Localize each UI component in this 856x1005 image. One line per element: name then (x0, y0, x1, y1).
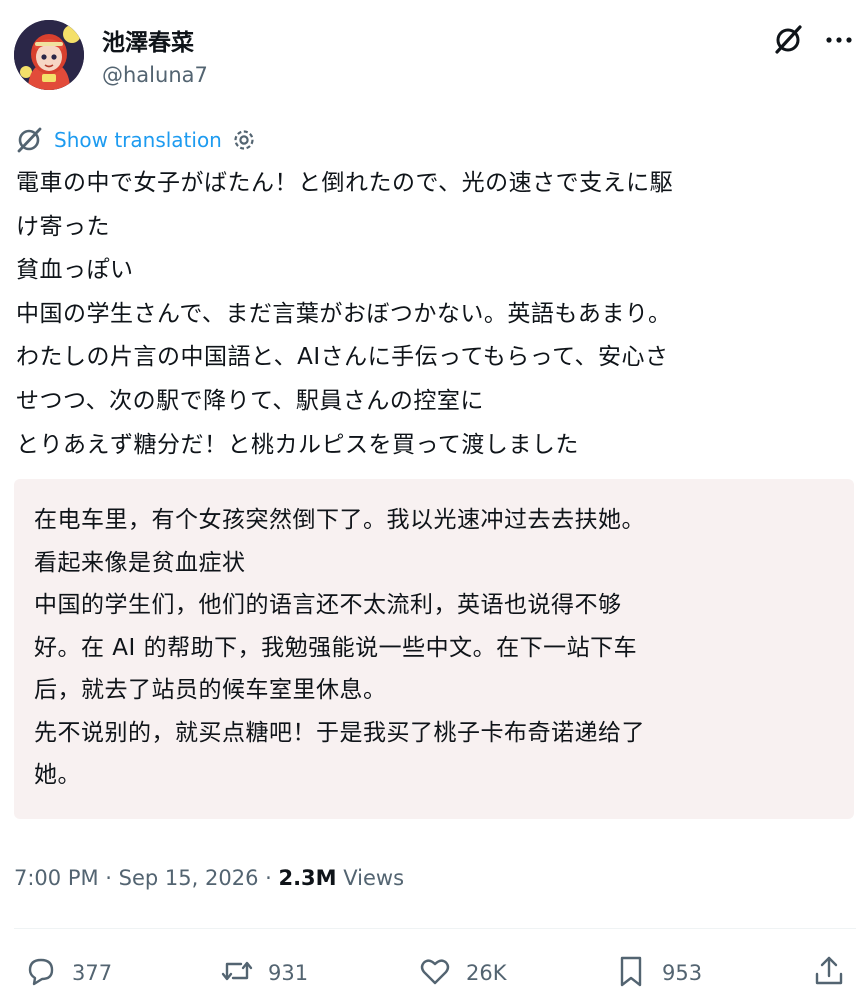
tweet-meta: 7:00 PM · Sep 15, 2026 · 2.3M Views (14, 866, 404, 890)
bookmark-button[interactable]: 953 (612, 948, 702, 998)
tweet-header: 池澤春菜 @haluna7 (14, 20, 856, 92)
avatar[interactable] (14, 20, 84, 90)
action-bar: 377 931 26K 953 (14, 948, 856, 998)
translation-bar: Show translation (14, 124, 258, 156)
show-translation-link[interactable]: Show translation (54, 128, 222, 152)
repost-count: 931 (268, 961, 309, 985)
reply-bubble-icon (22, 952, 60, 994)
reply-button[interactable]: 377 (22, 948, 112, 998)
more-dots-icon[interactable] (822, 23, 856, 57)
share-upload-icon (810, 952, 848, 994)
gear-icon[interactable] (230, 126, 258, 154)
author-handle[interactable]: @haluna7 (102, 63, 208, 87)
views-count: 2.3M (278, 866, 337, 890)
grok-icon[interactable] (771, 23, 805, 57)
bookmark-count: 953 (662, 961, 703, 985)
author-name[interactable]: 池澤春菜 (102, 23, 194, 57)
repost-arrows-icon (218, 952, 256, 994)
grok-icon (14, 125, 44, 155)
tweet-date[interactable]: Sep 15, 2026 (119, 866, 259, 890)
bookmark-icon (612, 952, 650, 994)
heart-icon (416, 952, 454, 994)
translation-text: 在电车里，有个女孩突然倒下了。我以光速冲过去去扶她。 看起来像是贫血症状 中国的… (34, 507, 645, 788)
avatar-illustration (14, 20, 84, 90)
divider (14, 928, 856, 929)
share-button[interactable] (810, 948, 848, 998)
like-count: 26K (466, 961, 507, 985)
repost-button[interactable]: 931 (218, 948, 308, 998)
like-button[interactable]: 26K (416, 948, 507, 998)
reply-count: 377 (72, 961, 113, 985)
tweet-time[interactable]: 7:00 PM (14, 866, 99, 890)
meta-separator: · (258, 866, 279, 890)
translation-box: 在电车里，有个女孩突然倒下了。我以光速冲过去去扶她。 看起来像是贫血症状 中国的… (14, 479, 854, 819)
views-label: Views (336, 866, 405, 890)
tweet-body: 電車の中で女子がばたん！と倒れたので、光の速さで支えに駆 け寄った 貧血っぽい … (16, 170, 674, 458)
meta-separator: · (98, 866, 119, 890)
